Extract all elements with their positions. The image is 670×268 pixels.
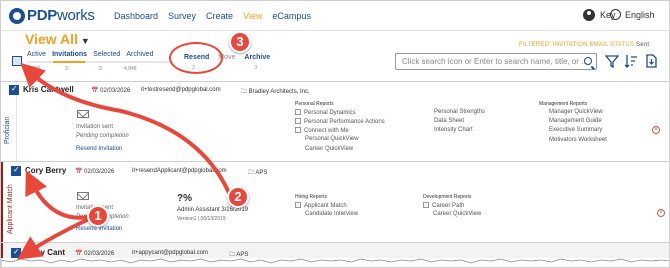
- tab-active[interactable]: Active: [27, 51, 46, 58]
- tab-count-archived: 4,048: [124, 66, 137, 72]
- language-menu[interactable]: English: [610, 9, 655, 20]
- row-type-label: Applicant Match: [7, 184, 14, 234]
- tab-count-active: 600: [32, 66, 41, 72]
- match-score: ?%: [177, 193, 192, 204]
- hiring-reports-heading: Hiring Reports: [295, 194, 327, 200]
- row-date: 📅 02/03/2026: [75, 169, 115, 175]
- annotation-badge-2: 2: [227, 186, 249, 208]
- report-item[interactable]: Executive Summary: [549, 127, 602, 133]
- tab-invitations[interactable]: Invitations: [52, 51, 87, 58]
- filter-label: FILTERED: INVITATION EMAIL STATUS: [519, 42, 635, 48]
- report-item[interactable]: Manager QuickView: [549, 109, 603, 115]
- report-item[interactable]: Management Guide: [549, 118, 602, 124]
- logo[interactable]: PDPworks: [9, 7, 95, 24]
- remove-icon[interactable]: ×: [657, 209, 665, 217]
- row-org: 🗀 APS: [248, 170, 268, 176]
- report-item[interactable]: Motivators Worksheet: [549, 137, 607, 143]
- job-version: Version1 | 06/13/2019: [177, 216, 226, 222]
- nav-dashboard[interactable]: Dashboard: [114, 11, 158, 21]
- filter-icon[interactable]: [605, 54, 619, 68]
- report-item[interactable]: Career Path: [423, 202, 464, 209]
- report-item[interactable]: Personal Strengths: [434, 109, 485, 115]
- row-status-sub: Pending completion: [76, 133, 129, 139]
- row-email: it+resendApplicant@pdpglobal.com: [132, 168, 227, 174]
- row-status: Invitation sent: [76, 124, 114, 130]
- report-item[interactable]: Career QuickView: [305, 146, 353, 152]
- nav-survey[interactable]: Survey: [168, 11, 196, 21]
- archive-button[interactable]: Archive 3: [244, 54, 270, 71]
- report-item[interactable]: Data Sheet: [434, 118, 464, 124]
- report-item[interactable]: Connect with Me: [295, 127, 349, 134]
- globe-icon: [610, 9, 621, 20]
- tab-selected[interactable]: Selected: [93, 51, 120, 58]
- download-icon[interactable]: [644, 54, 658, 68]
- row-email: it+testresend@pdpglobal.com: [141, 87, 221, 93]
- personal-reports-heading: Personal Reports: [295, 101, 334, 107]
- row-email: it+appycant@pdpglobal.com: [132, 250, 208, 256]
- select-all-checkbox[interactable]: [12, 56, 22, 66]
- nav-create[interactable]: Create: [206, 11, 233, 21]
- archive-count: 3: [254, 65, 258, 71]
- report-item[interactable]: Intensity Chart: [434, 127, 473, 133]
- report-item[interactable]: Applicant Match: [295, 202, 347, 209]
- table-row: Applicant Match Cory Berry 📅 02/03/2026 …: [1, 161, 669, 243]
- row-date: 📅 02/03/2026: [91, 88, 131, 94]
- torn-edge: [1, 258, 669, 267]
- search-placeholder: Click search icon or Enter to search nam…: [402, 57, 588, 66]
- development-reports-heading: Development Reports: [423, 194, 472, 200]
- logo-bold-text: PDP: [27, 7, 57, 24]
- tab-underline: [27, 61, 173, 63]
- row-checkbox[interactable]: [9, 84, 19, 95]
- tab-count-selected: 3: [99, 66, 102, 72]
- nav-ecampus[interactable]: eCampus: [272, 11, 311, 21]
- view-tabs: Active Invitations Selected Archived: [27, 51, 154, 58]
- filter-status: FILTERED: INVITATION EMAIL STATUS Sent: [519, 42, 649, 48]
- envelope-icon: [77, 192, 89, 200]
- search-icon[interactable]: [584, 57, 592, 65]
- row-checkbox[interactable]: [11, 165, 21, 176]
- app-window: PDPworks Dashboard Survey Create View eC…: [0, 0, 670, 268]
- row-name[interactable]: Appy Cant: [25, 248, 65, 257]
- tab-archived[interactable]: Archived: [126, 51, 153, 58]
- nav-links: Dashboard Survey Create View eCampus: [114, 11, 311, 21]
- table-row: Profician Kris Cantwell 📅 02/03/2026 it+…: [1, 81, 669, 162]
- report-item[interactable]: Career QuickView: [433, 211, 481, 217]
- user-icon: [583, 9, 595, 21]
- management-reports-heading: Management Reports: [539, 101, 588, 107]
- envelope-icon: [77, 110, 89, 118]
- page-title-text: View All: [25, 31, 78, 47]
- search-input[interactable]: Click search icon or Enter to search nam…: [395, 53, 597, 70]
- nav-view[interactable]: View: [243, 11, 262, 21]
- report-item[interactable]: Personal Dynamics: [295, 109, 356, 116]
- page-title[interactable]: View All ▼: [25, 31, 90, 47]
- row-date: 📅 02/03/2026: [75, 251, 115, 257]
- annotation-badge-3: 3: [229, 31, 251, 53]
- top-nav: PDPworks Dashboard Survey Create View eC…: [1, 1, 669, 31]
- sort-icon[interactable]: [624, 54, 638, 68]
- row-org: 🗀 Bradley Architects, Inc.: [241, 89, 310, 95]
- resend-highlight: [169, 42, 223, 74]
- report-item[interactable]: Personal QuickView: [305, 136, 359, 142]
- annotation-badge-1: 1: [87, 205, 109, 227]
- row-name[interactable]: Kris Cantwell: [23, 85, 74, 94]
- tab-count-invitations: 3: [65, 66, 68, 72]
- row-checkbox[interactable]: [11, 247, 21, 258]
- resend-invitation-link[interactable]: Resend Invitation: [76, 146, 122, 152]
- row-type-label: Profician: [4, 116, 11, 144]
- language-label: English: [625, 9, 655, 20]
- logo-light-text: works: [56, 7, 95, 24]
- filter-value: Sent: [636, 42, 650, 48]
- logo-mark-icon: [9, 7, 25, 24]
- row-name[interactable]: Cory Berry: [25, 166, 66, 175]
- caret-down-icon: ▼: [80, 36, 90, 46]
- remove-icon[interactable]: ×: [652, 126, 660, 134]
- report-item[interactable]: Candidate Interview: [305, 211, 358, 217]
- report-item[interactable]: Personal Performance Actions: [295, 118, 385, 125]
